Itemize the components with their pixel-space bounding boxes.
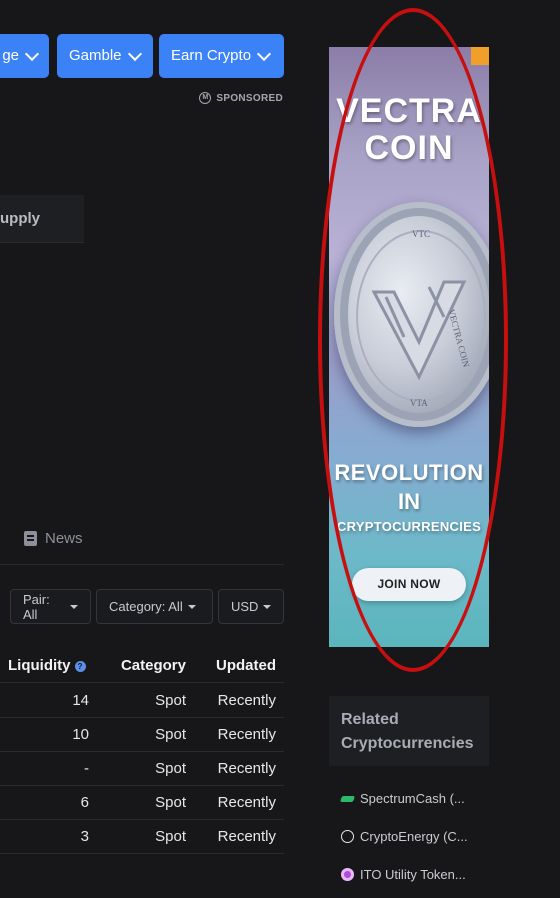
- tab-news[interactable]: News: [24, 530, 83, 547]
- cell-liquidity: 14: [72, 692, 89, 709]
- related-item[interactable]: ITO Utility Token...: [341, 867, 466, 882]
- tab-divider: [0, 564, 284, 565]
- ito-icon: [341, 868, 354, 881]
- supply-header: upply: [0, 195, 84, 243]
- nav-button-gamble[interactable]: Gamble: [57, 34, 153, 78]
- chevron-down-icon: [24, 46, 40, 62]
- related-item-label: ITO Utility Token...: [360, 867, 466, 882]
- table-row[interactable]: 14 Spot Recently: [0, 683, 284, 718]
- cell-updated: Recently: [217, 692, 276, 709]
- cell-category: Spot: [155, 828, 186, 845]
- ad-tagline-2: IN: [398, 489, 420, 514]
- nav-button-label: Gamble: [69, 47, 122, 64]
- nav-button-exchange[interactable]: ge: [0, 34, 49, 78]
- cell-category: Spot: [155, 726, 186, 743]
- sponsored-label: M SPONSORED: [199, 92, 283, 104]
- cell-updated: Recently: [217, 726, 276, 743]
- news-icon: [24, 531, 37, 546]
- table-row[interactable]: 3 Spot Recently: [0, 819, 284, 854]
- ad-title-line1: VECTRA: [336, 92, 482, 130]
- table-row[interactable]: 6 Spot Recently: [0, 785, 284, 820]
- join-now-button[interactable]: JOIN NOW: [352, 568, 466, 601]
- ad-choices-icon[interactable]: [471, 47, 489, 65]
- currency-filter-label: USD: [231, 599, 259, 614]
- column-liquidity[interactable]: Liquidity?: [8, 657, 86, 674]
- cryptoenergy-icon: [341, 830, 354, 843]
- cell-updated: Recently: [217, 828, 276, 845]
- table-row[interactable]: 10 Spot Recently: [0, 717, 284, 752]
- cell-category: Spot: [155, 760, 186, 777]
- nav-button-earn-crypto[interactable]: Earn Crypto: [159, 34, 284, 78]
- category-filter[interactable]: Category: All: [96, 589, 213, 624]
- supply-label: upply: [0, 210, 40, 227]
- category-filter-label: Category: All: [109, 599, 183, 614]
- cell-liquidity: 6: [80, 794, 89, 811]
- related-heading: Related Cryptocurrencies: [329, 696, 489, 766]
- cell-liquidity: -: [84, 760, 89, 777]
- coin-image: VTC VECTRA COIN VTA: [334, 202, 489, 427]
- tab-news-label: News: [45, 530, 83, 547]
- pair-filter-label: Pair: All: [23, 591, 50, 622]
- nav-button-label: Earn Crypto: [171, 47, 252, 64]
- currency-filter[interactable]: USD: [218, 589, 284, 624]
- ad-banner[interactable]: VECTRA COIN VTC VECTRA COIN VTA REVOLUTI…: [329, 47, 489, 647]
- column-updated[interactable]: Updated: [216, 657, 276, 674]
- table-row[interactable]: - Spot Recently: [0, 751, 284, 786]
- related-item-label: SpectrumCash (...: [360, 791, 465, 806]
- caret-down-icon: [187, 604, 196, 609]
- ad-title-line2: COIN: [364, 129, 454, 167]
- caret-down-icon: [263, 604, 272, 609]
- spectrumcash-icon: [339, 795, 356, 802]
- cell-liquidity: 10: [72, 726, 89, 743]
- ad-tagline-3: CRYPTOCURRENCIES: [336, 519, 482, 534]
- chevron-down-icon: [256, 46, 272, 62]
- nav-button-label: ge: [2, 47, 19, 64]
- pair-filter[interactable]: Pair: All: [10, 589, 91, 624]
- coinmarketcap-icon: M: [199, 92, 212, 104]
- help-icon[interactable]: ?: [74, 661, 86, 672]
- related-item[interactable]: CryptoEnergy (C...: [341, 829, 468, 844]
- column-liquidity-label: Liquidity: [8, 657, 71, 674]
- column-category[interactable]: Category: [121, 657, 186, 674]
- coin-top-text: VTC: [412, 229, 430, 239]
- related-item[interactable]: SpectrumCash (...: [339, 791, 465, 806]
- caret-down-icon: [70, 604, 78, 609]
- cell-updated: Recently: [217, 794, 276, 811]
- cell-liquidity: 3: [80, 828, 89, 845]
- chevron-down-icon: [127, 46, 142, 62]
- coin-bottom-text: VTA: [410, 398, 428, 408]
- cell-updated: Recently: [217, 760, 276, 777]
- ad-tagline-1: REVOLUTION: [334, 460, 484, 485]
- related-item-label: CryptoEnergy (C...: [360, 829, 468, 844]
- cell-category: Spot: [155, 692, 186, 709]
- sponsored-text: SPONSORED: [216, 92, 283, 104]
- cell-category: Spot: [155, 794, 186, 811]
- table-header: Liquidity? Category Updated: [0, 648, 284, 683]
